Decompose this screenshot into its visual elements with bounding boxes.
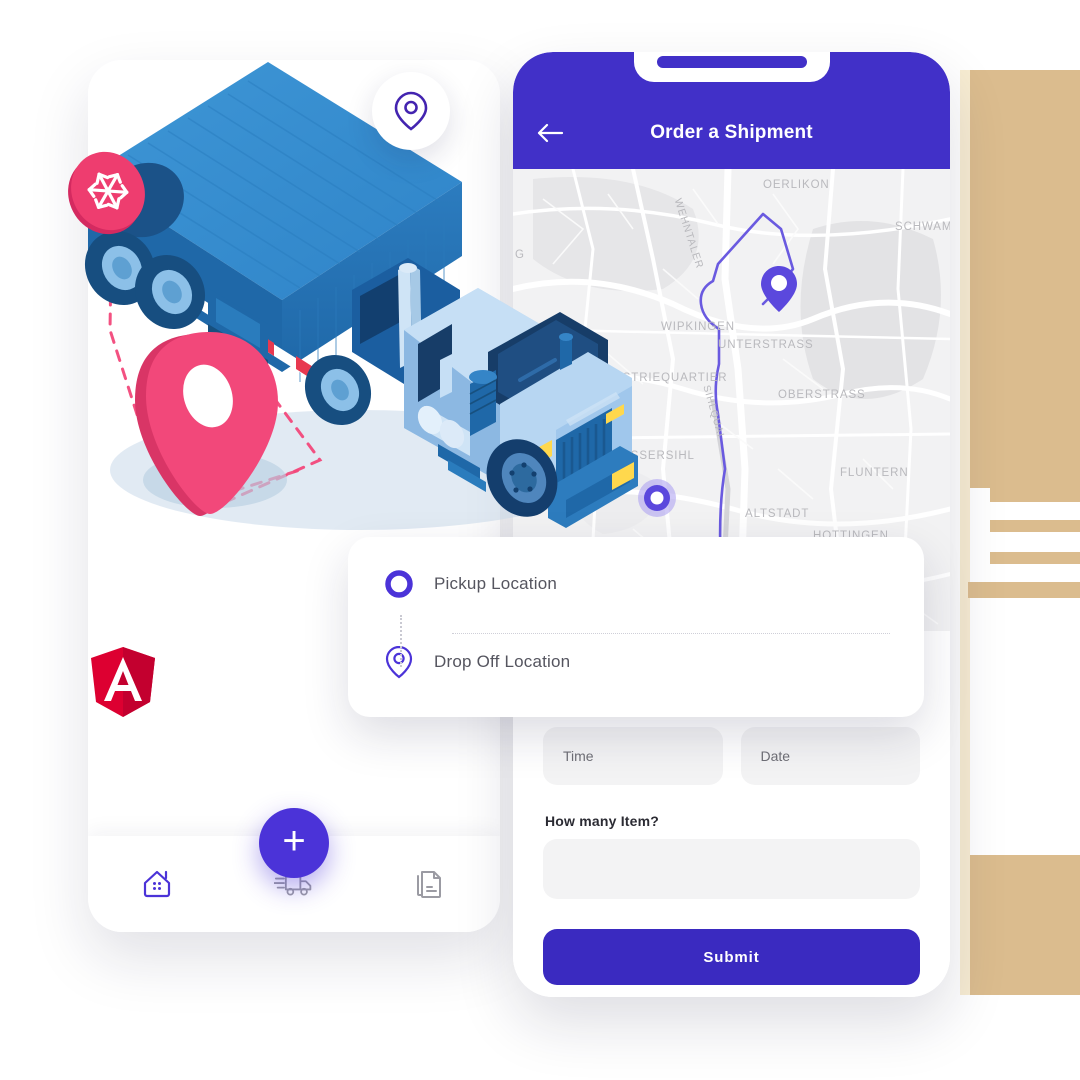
dropoff-location-label: Drop Off Location [434,652,571,671]
nav-item-documents[interactable] [363,867,500,901]
decor-band-right-edge [960,70,970,995]
pickup-location-row[interactable]: Pickup Location [384,567,888,601]
decor-band-right-top [968,70,1080,488]
document-icon [417,871,442,898]
map-label: SCHWAMEN [895,221,950,233]
date-input[interactable]: Date [740,727,920,785]
time-placeholder: Time [563,748,594,764]
arrow-left-icon [537,123,564,143]
app-header: Order a Shipment [513,52,950,169]
location-connector-line [400,615,402,667]
white-pin-badge [372,72,450,150]
screenshot-stage: + Order a Shipment OERLIKON SCHWAM G WEH… [0,0,1080,1080]
page-title: Order a Shipment [650,122,813,143]
map-label: G [515,249,525,261]
items-label: How many Item? [545,813,660,829]
header-row: Order a Shipment [513,97,950,169]
items-input[interactable] [543,839,920,899]
map-pin-icon [394,91,428,131]
ring-marker-icon [638,479,676,517]
nav-item-home[interactable] [88,867,225,901]
decor-band-right-mid-c [990,552,1080,564]
map-pin-icon [385,645,413,679]
map-label: UNTERSTRASS [718,339,814,351]
decor-band-right-bottom [968,855,1080,995]
right-phone-mockup: Order a Shipment OERLIKON SCHWAM G WEHNT… [513,52,950,997]
home-icon [143,870,170,898]
angular-logo [91,647,155,717]
map-label: INDUSTRIEQUARTIER [591,372,728,384]
map-label: FLUNTERN [840,467,909,479]
back-button[interactable] [513,122,587,144]
map-label: AUSSERSIHL [613,450,695,462]
fab-label: + [282,819,306,863]
date-placeholder: Date [760,748,791,764]
pickup-location-label: Pickup Location [434,574,558,593]
time-date-row: Time Date [543,727,920,785]
location-divider [452,633,890,634]
location-card: Pickup Location Drop Off Location [348,537,924,717]
time-input[interactable]: Time [543,727,723,785]
decor-band-right-mid-b [990,520,1080,532]
map-label: WIPKINGEN [661,321,735,333]
submit-button[interactable]: Submit [543,929,920,985]
left-phone-screen [88,60,500,932]
dropoff-location-row[interactable]: Drop Off Location [384,645,888,679]
map-pin-icon [761,266,797,312]
card-spacer [384,601,888,645]
add-shipment-fab[interactable]: + [259,808,329,878]
bottom-navigation-bar[interactable]: + [88,808,500,932]
map-label: OBERSTRASS [778,389,866,401]
notch-speaker-bar [656,56,807,68]
left-phone-mockup: + [88,60,500,932]
ring-marker-icon [385,570,413,598]
map-label: ALTSTADT [745,508,810,520]
map-label: OERLIKON [763,179,830,191]
decor-band-right-mid-a [990,488,1080,502]
decor-band-right-mid-d [968,582,1080,598]
